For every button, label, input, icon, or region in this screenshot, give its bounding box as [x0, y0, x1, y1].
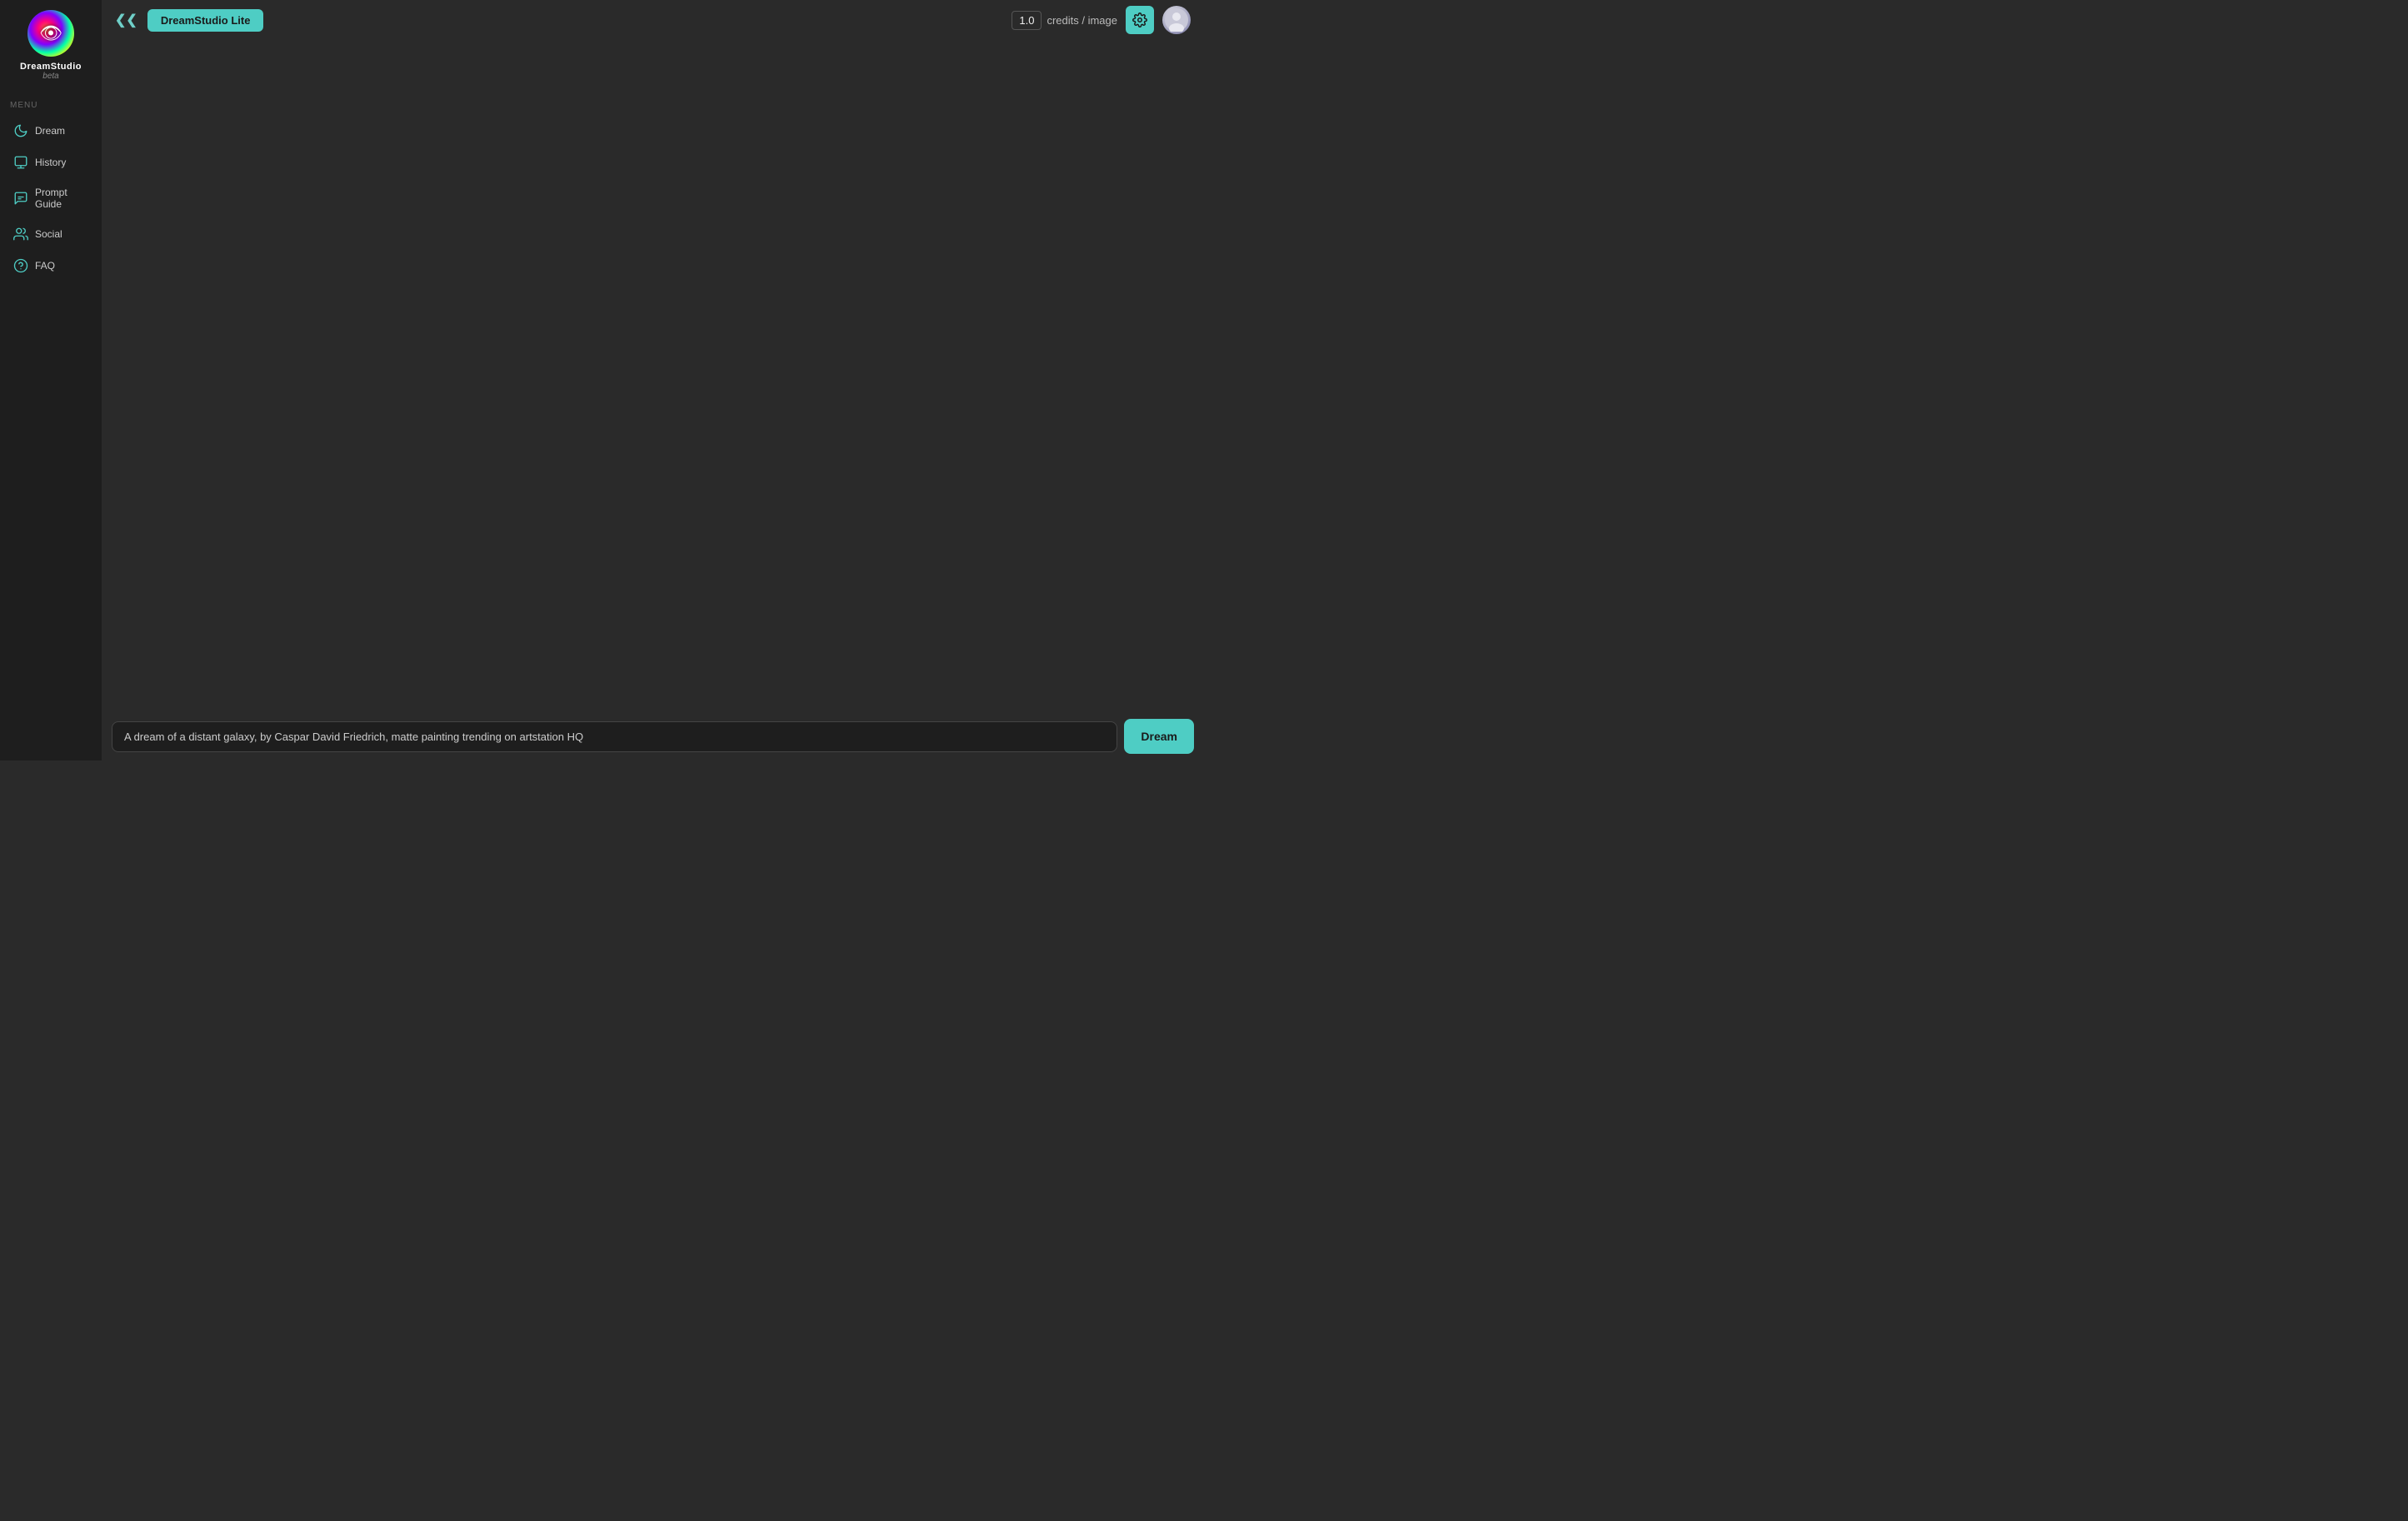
sidebar-item-prompt-guide-label: Prompt Guide [35, 187, 88, 210]
prompt-input[interactable] [124, 731, 1105, 743]
prompt-input-wrapper[interactable] [112, 721, 1117, 752]
avatar[interactable] [1162, 6, 1191, 34]
sidebar-item-faq-label: FAQ [35, 260, 55, 272]
settings-icon [1132, 12, 1147, 27]
sidebar-item-dream[interactable]: Dream [3, 116, 98, 146]
chevron-left-icon: ❮❮ [115, 12, 137, 28]
topbar: ❮❮ DreamStudio Lite 1.0 credits / image [102, 0, 1204, 40]
sidebar-item-faq[interactable]: FAQ [3, 251, 98, 281]
logo-area: 👁 DreamStudio beta [0, 0, 102, 94]
app-logo[interactable]: 👁 [27, 10, 74, 57]
sidebar-item-history[interactable]: History [3, 147, 98, 177]
dream-icon [13, 123, 28, 138]
credits-display: 1.0 credits / image [1012, 11, 1117, 30]
history-icon [13, 155, 28, 170]
prompt-guide-icon [13, 191, 28, 206]
sidebar-item-social[interactable]: Social [3, 219, 98, 249]
credits-label: credits / image [1047, 14, 1117, 27]
topbar-left: ❮❮ DreamStudio Lite [115, 9, 263, 32]
avatar-image [1165, 8, 1188, 32]
canvas-area [102, 40, 1204, 712]
dream-button[interactable]: Dream [1124, 719, 1194, 754]
sidebar-item-history-label: History [35, 157, 66, 168]
sidebar-item-social-label: Social [35, 228, 62, 240]
sidebar-item-dream-label: Dream [35, 125, 65, 137]
app-beta-label: beta [42, 72, 58, 81]
settings-button[interactable] [1126, 6, 1154, 34]
sidebar: 👁 DreamStudio beta MENU Dream History [0, 0, 102, 760]
logo-eye-icon: 👁 [39, 22, 62, 44]
credits-value: 1.0 [1012, 11, 1042, 30]
main-content-area: ❮❮ DreamStudio Lite 1.0 credits / image [102, 0, 1204, 760]
social-icon [13, 227, 28, 242]
bottom-bar: Dream [102, 712, 1204, 760]
collapse-sidebar-button[interactable]: ❮❮ [115, 12, 137, 28]
faq-icon [13, 258, 28, 273]
sidebar-item-prompt-guide[interactable]: Prompt Guide [3, 179, 98, 217]
menu-section-label: MENU [0, 94, 47, 115]
sidebar-nav: Dream History Prompt Guide [0, 115, 102, 282]
app-name: DreamStudio [20, 62, 82, 72]
active-tab-button[interactable]: DreamStudio Lite [147, 9, 264, 32]
topbar-right: 1.0 credits / image [1012, 6, 1191, 34]
